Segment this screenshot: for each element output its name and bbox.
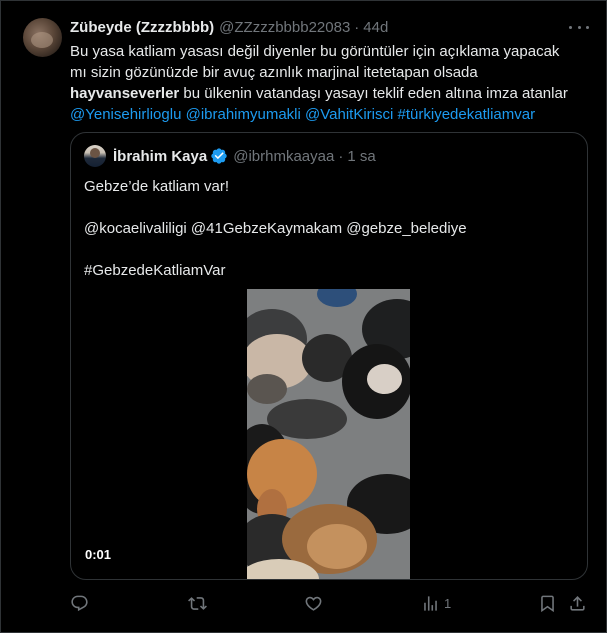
retweet-button[interactable] [188,591,207,615]
quote-timestamp[interactable]: 1 sa [347,148,375,165]
author-name[interactable]: Zübeyde (Zzzzbbbb) [70,19,214,36]
video-timestamp: 0:01 [85,547,112,562]
quote-author-avatar[interactable] [84,145,106,167]
quote-header: İbrahim Kaya @ibrhmkaayaa · 1 sa [113,147,376,165]
heart-icon [304,594,323,613]
share-button[interactable] [568,591,587,615]
video-player[interactable] [247,289,410,579]
quote-separator: · [338,147,344,165]
tweet-text-rest: bu ülkenin vatandaşı yasayı teklif eden … [179,85,568,102]
action-bar: 1 [1,591,607,615]
tweet-card[interactable]: Zübeyde (Zzzzbbbb) @ZZzzzbbbb22083 · 44d… [0,0,607,633]
reply-button[interactable] [70,591,89,615]
like-button[interactable] [304,591,323,615]
tweet-header: Zübeyde (Zzzzbbbb) @ZZzzzbbbb22083 · 44d [70,17,388,37]
tweet-text-line: mı sizin gözünüzde bir avuç azınlık marj… [70,64,478,81]
tweet-text-line: Bu yasa katliam yasası değil diyenler bu… [70,43,560,60]
tweet-timestamp[interactable]: 44d [363,19,388,36]
mention-link[interactable]: @Yenisehirlioglu [70,106,181,123]
header-separator: · [354,18,360,36]
tweet-text: Bu yasa katliam yasası değil diyenler bu… [70,41,590,125]
reply-icon [70,594,89,613]
mention-link[interactable]: @ibrahimyumakli [186,106,301,123]
quote-text: Gebze’de katliam var! @kocaelivaliligi @… [84,176,467,281]
quoted-tweet[interactable]: İbrahim Kaya @ibrhmkaayaa · 1 sa Gebze’d… [70,132,588,580]
bookmark-button[interactable] [538,591,557,615]
views-button[interactable]: 1 [421,591,451,615]
tweet-text-line: hayvanseverler bu ülkenin vatandaşı yasa… [70,83,590,104]
quote-hashtag[interactable]: #GebzedeKatliamVar [84,260,467,281]
views-chart-icon [421,594,440,613]
retweet-icon [188,594,207,613]
verified-badge-icon [210,147,228,165]
share-icon [568,594,587,613]
tweet-text-bold: hayvanseverler [70,85,180,102]
quote-mentions[interactable]: @kocaelivaliligi @41GebzeKaymakam @gebze… [84,218,467,239]
hashtag-link[interactable]: #türkiyedekatliamvar [398,106,536,123]
quote-line: Gebze’de katliam var! [84,178,230,195]
bookmark-icon [538,594,557,613]
author-avatar[interactable] [23,18,62,57]
tweet-mentions: @Yenisehirlioglu @ibrahimyumakli @VahitK… [70,104,590,125]
quote-author-name[interactable]: İbrahim Kaya [113,148,207,165]
more-options-icon[interactable] [569,19,589,35]
quote-author-handle[interactable]: @ibrhmkaayaa [233,148,334,165]
views-count: 1 [444,595,452,611]
mention-link[interactable]: @VahitKirisci [305,106,393,123]
author-handle[interactable]: @ZZzzzbbbb22083 [219,19,350,36]
